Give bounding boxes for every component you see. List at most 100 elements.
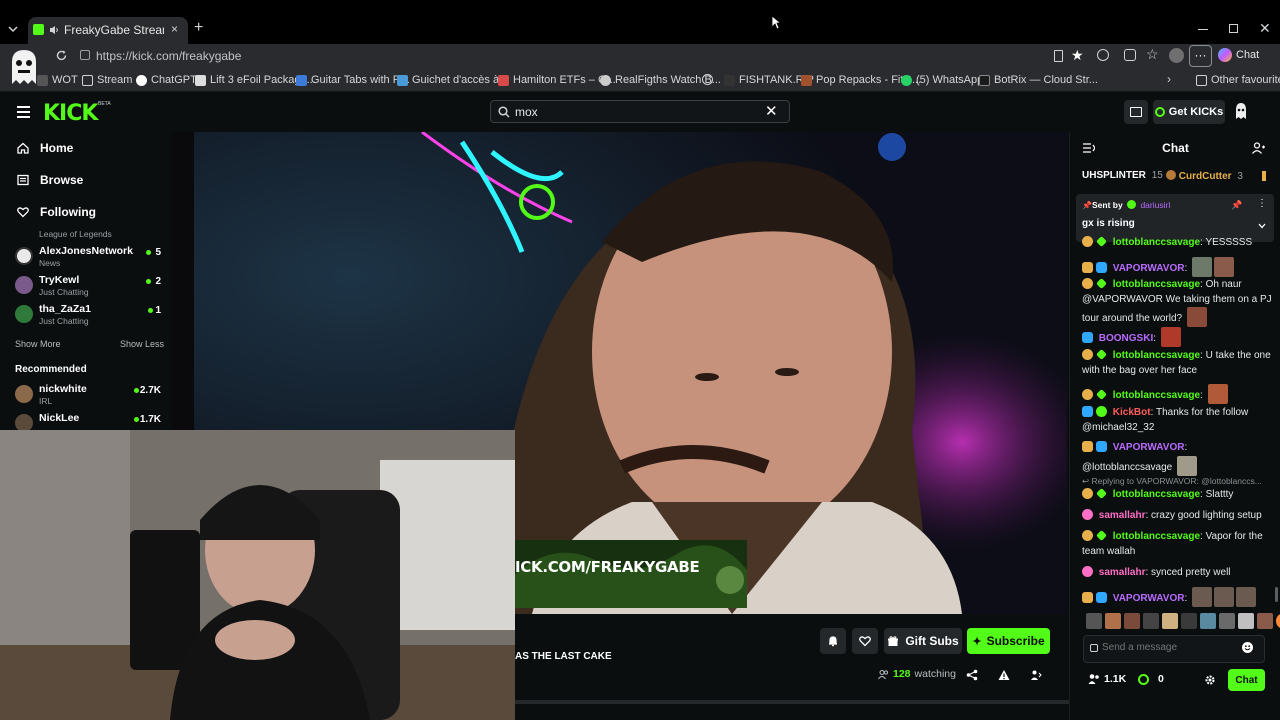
show-less-link[interactable]: Show Less — [120, 339, 164, 349]
site-info-icon[interactable] — [80, 50, 90, 60]
emote[interactable] — [1276, 613, 1280, 629]
chat-username[interactable]: lottoblanccsavage — [1113, 390, 1200, 401]
chat-username[interactable]: KickBot — [1113, 407, 1151, 418]
speaker-icon[interactable] — [48, 24, 60, 36]
chat-input[interactable] — [1102, 642, 1242, 653]
emote[interactable] — [1105, 613, 1121, 629]
gift-subs-button[interactable]: Gift Subs — [884, 628, 962, 654]
chat-input-box — [1083, 635, 1265, 663]
user-avatar[interactable] — [1232, 102, 1250, 122]
reply-context[interactable]: ↩ Replying to VAPORWAVOR: @lottoblanccs.… — [1082, 476, 1272, 487]
avatar — [15, 247, 33, 265]
close-window-button[interactable]: ✕ — [1259, 20, 1271, 37]
chat-username[interactable]: samallahr — [1099, 510, 1146, 521]
reload-icon[interactable] — [55, 49, 68, 62]
chat-username[interactable]: lottoblanccsavage — [1113, 350, 1200, 361]
emote[interactable] — [1143, 613, 1159, 629]
bookmark-item[interactable]: Guichet d'accès à... — [397, 74, 508, 86]
emote — [1160, 327, 1181, 347]
emote[interactable] — [1200, 613, 1216, 629]
emote[interactable] — [1181, 613, 1197, 629]
kicks-balance[interactable]: 0 — [1138, 673, 1164, 685]
minimize-window-button[interactable] — [1198, 29, 1208, 30]
hamburger-menu-icon[interactable] — [17, 106, 30, 118]
webcam-video-frame — [0, 430, 515, 720]
emoji-icon[interactable] — [1242, 642, 1253, 653]
bookmark-item[interactable]: WOT — [37, 74, 78, 86]
followed-channel[interactable]: AlexJonesNetwork News 5 — [15, 245, 165, 271]
chat-message: lottoblanccsavage: — [1082, 384, 1272, 404]
expand-pinned-icon[interactable] — [1258, 223, 1266, 229]
bookmark-item[interactable]: BotRix — Cloud Str... — [979, 74, 1098, 86]
chat-username[interactable]: VAPORWAVOR — [1113, 593, 1185, 604]
extension-icon[interactable] — [1097, 49, 1109, 61]
chat-users-icon[interactable] — [1252, 142, 1265, 154]
browser-tab-active[interactable]: FreakyGabe Stream - Watch Li × — [28, 17, 188, 44]
sidebar-item-following[interactable]: Following — [17, 205, 96, 219]
bookmark-item[interactable]: (5) WhatsApp — [901, 74, 983, 86]
reading-mode-icon[interactable] — [1054, 50, 1063, 62]
clear-search-icon[interactable]: ✕ — [765, 102, 778, 120]
chat-username[interactable]: VAPORWAVOR — [1113, 263, 1185, 274]
get-kicks-button[interactable]: Get KICKs — [1153, 100, 1225, 124]
bookmark-item[interactable]: Guitar Tabs with R... — [296, 74, 410, 86]
chat-username[interactable]: lottoblanccsavage — [1113, 237, 1200, 248]
copilot-chat-button[interactable]: Chat — [1218, 48, 1259, 62]
tab-close-icon[interactable]: × — [171, 22, 178, 36]
emote[interactable] — [1086, 613, 1102, 629]
star-icon[interactable]: ★ — [1071, 47, 1084, 64]
unpin-icon[interactable]: 📌 — [1231, 200, 1242, 211]
emote[interactable] — [1257, 613, 1273, 629]
emote[interactable] — [1124, 613, 1140, 629]
verified-badge-icon — [1096, 406, 1107, 417]
chat-username[interactable]: BOONGSKI — [1099, 333, 1153, 344]
og-badge-icon — [1096, 236, 1107, 247]
bookmark-item[interactable] — [702, 74, 713, 85]
recommended-channel[interactable]: nickwhite IRL 2.7K — [15, 383, 165, 409]
bookmark-folder[interactable]: Stream — [82, 74, 132, 86]
followed-channel[interactable]: TryKewl Just Chatting 2 — [15, 274, 165, 300]
other-favourites-folder[interactable]: Other favourites — [1196, 74, 1280, 86]
chat-username[interactable]: samallahr — [1099, 567, 1146, 578]
chat-settings-icon[interactable] — [1204, 674, 1216, 686]
emote[interactable] — [1238, 613, 1254, 629]
bookmark-item[interactable]: Hamilton ETFs – G... — [498, 74, 616, 86]
emote[interactable] — [1219, 613, 1235, 629]
bookmark-item[interactable]: ChatGPT — [136, 74, 197, 86]
globe-icon — [702, 74, 713, 85]
sidebar-item-browse[interactable]: Browse — [17, 173, 83, 187]
leaderboard-entry[interactable]: CurdCutter 3 — [1166, 170, 1243, 182]
restore-window-button[interactable] — [1229, 24, 1238, 33]
collections-icon[interactable] — [1124, 49, 1136, 61]
profile-icon[interactable] — [1169, 48, 1184, 63]
favorites-icon[interactable]: ☆ — [1146, 46, 1159, 63]
more-options-icon[interactable] — [1030, 669, 1042, 681]
pinned-more-icon[interactable]: ⋮ — [1257, 198, 1267, 209]
new-tab-button[interactable]: + — [194, 19, 203, 37]
more-menu-icon[interactable]: ··· — [1189, 45, 1212, 67]
bookmarks-bar: WOT Stream ChatGPT Lift 3 eFoil Package.… — [0, 68, 1280, 92]
report-icon[interactable] — [998, 669, 1010, 681]
kick-logo[interactable]: KICK — [43, 101, 98, 126]
chat-username[interactable]: lottoblanccsavage — [1113, 489, 1200, 500]
followers-count[interactable]: 1.1K — [1088, 673, 1126, 685]
chat-scrollbar[interactable] — [1275, 587, 1278, 602]
subscribe-button[interactable]: ✦ Subscribe — [967, 628, 1050, 654]
emote[interactable] — [1162, 613, 1178, 629]
followed-channel[interactable]: tha_ZaZa1 Just Chatting 1 — [15, 303, 165, 329]
url-field[interactable]: https://kick.com/freakygabe — [96, 49, 241, 63]
chat-username[interactable]: VAPORWAVOR — [1113, 442, 1185, 453]
follow-button[interactable] — [852, 628, 878, 654]
chat-username[interactable]: lottoblanccsavage — [1113, 279, 1200, 290]
send-chat-button[interactable]: Chat — [1228, 669, 1265, 691]
chat-username[interactable]: lottoblanccsavage — [1113, 531, 1200, 542]
notification-bell-button[interactable] — [820, 628, 846, 654]
tab-list-button[interactable] — [6, 22, 22, 38]
sidebar-item-home[interactable]: Home — [17, 141, 73, 155]
leaderboard-entry[interactable]: UHSPLINTER 15 — [1082, 170, 1163, 181]
bookmarks-overflow-icon[interactable]: › — [1167, 72, 1171, 86]
search-input[interactable] — [515, 104, 755, 120]
theater-mode-icon[interactable] — [1124, 100, 1148, 124]
show-more-link[interactable]: Show More — [15, 339, 61, 349]
share-icon[interactable] — [966, 669, 978, 681]
